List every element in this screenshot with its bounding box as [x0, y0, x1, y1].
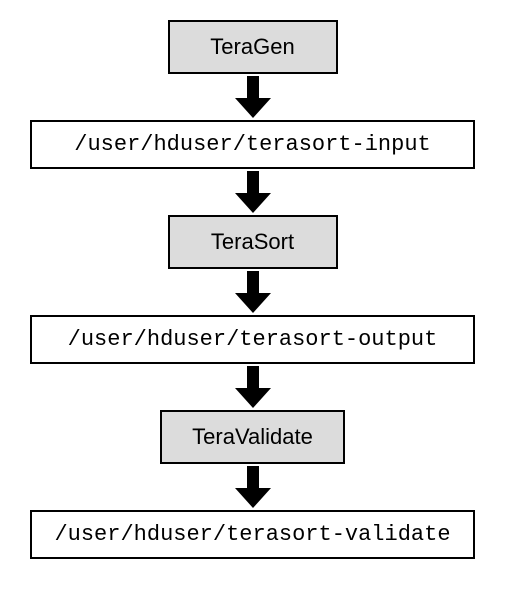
arrow-down-icon	[235, 76, 271, 118]
arrow-down-icon	[235, 466, 271, 508]
teragen-step: TeraGen	[168, 20, 338, 74]
arrow-down-icon	[235, 171, 271, 213]
terasort-step: TeraSort	[168, 215, 338, 269]
terasort-output-path: /user/hduser/terasort-output	[30, 315, 475, 364]
arrow-down-icon	[235, 366, 271, 408]
teravalidate-step: TeraValidate	[160, 410, 345, 464]
arrow-down-icon	[235, 271, 271, 313]
terasort-validate-path: /user/hduser/terasort-validate	[30, 510, 475, 559]
terasort-input-path: /user/hduser/terasort-input	[30, 120, 475, 169]
